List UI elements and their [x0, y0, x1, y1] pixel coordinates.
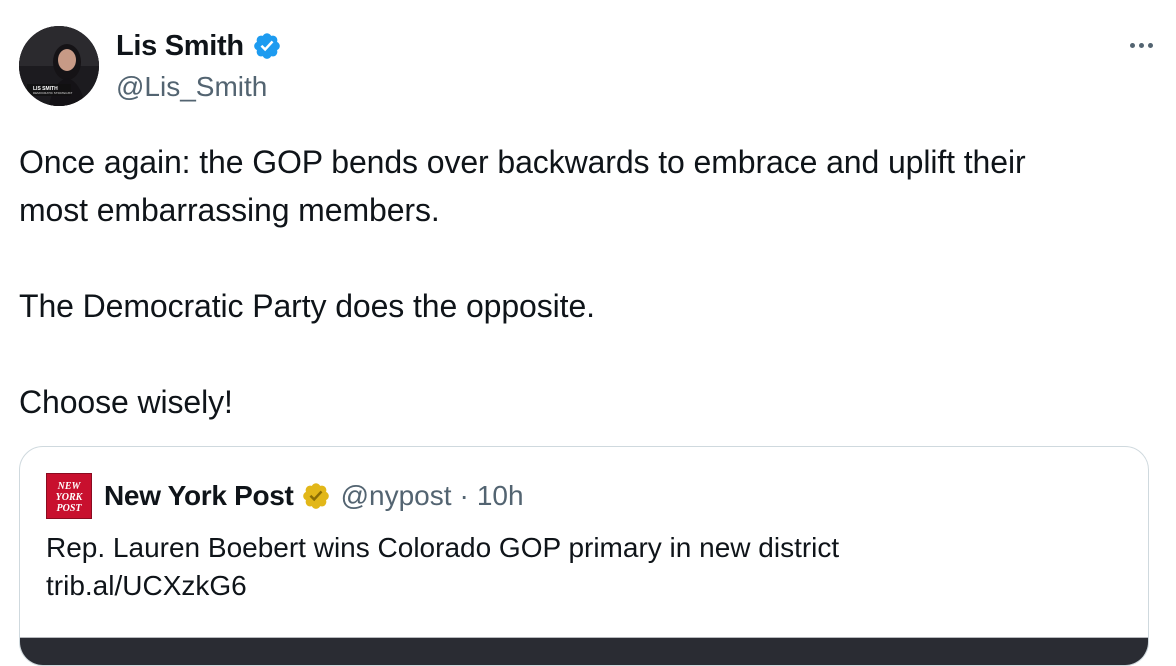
author-handle[interactable]: @Lis_Smith [116, 69, 267, 105]
author-display-name[interactable]: Lis Smith [116, 28, 244, 64]
tweet-text: Once again: the GOP bends over backwards… [19, 138, 1149, 426]
quoted-tweet-text: Rep. Lauren Boebert wins Colorado GOP pr… [46, 529, 839, 605]
quoted-media-preview[interactable] [20, 637, 1148, 665]
author-name-row: Lis Smith [116, 28, 282, 64]
svg-text:DEMOCRATIC STRATEGIST: DEMOCRATIC STRATEGIST [33, 91, 73, 95]
verified-badge-icon [254, 33, 280, 59]
quoted-tweet-card[interactable]: NEW YORK POST New York Post @nypost · 10… [19, 446, 1149, 666]
svg-text:YORK: YORK [56, 492, 84, 503]
svg-text:NEW: NEW [57, 481, 82, 492]
more-options-button[interactable] [1123, 30, 1159, 60]
new-york-post-logo-icon[interactable]: NEW YORK POST [46, 473, 92, 519]
ellipsis-icon [1138, 42, 1144, 48]
tweet-text-line: Choose wisely! [19, 384, 233, 420]
verified-gold-badge-icon [302, 483, 329, 509]
tweet-text-line: The Democratic Party does the opposite. [19, 288, 595, 324]
quoted-timestamp[interactable]: 10h [477, 480, 524, 512]
tweet-text-line: Once again: the GOP bends over backwards… [19, 144, 1026, 180]
ellipsis-icon [1147, 42, 1153, 48]
svg-text:POST: POST [57, 503, 83, 514]
quoted-link[interactable]: trib.al/UCXzkG6 [46, 567, 839, 605]
separator-dot: · [459, 480, 469, 511]
quoted-text-line: Rep. Lauren Boebert wins Colorado GOP pr… [46, 532, 840, 563]
quoted-display-name[interactable]: New York Post [104, 480, 294, 512]
profile-photo-icon: LIS SMITH DEMOCRATIC STRATEGIST [19, 26, 99, 106]
ellipsis-icon [1129, 42, 1135, 48]
tweet-text-line: most embarrassing members. [19, 192, 440, 228]
quoted-tweet-header: NEW YORK POST New York Post @nypost · 10… [46, 473, 524, 519]
quoted-handle[interactable]: @nypost [341, 480, 452, 512]
author-avatar[interactable]: LIS SMITH DEMOCRATIC STRATEGIST [19, 26, 99, 106]
